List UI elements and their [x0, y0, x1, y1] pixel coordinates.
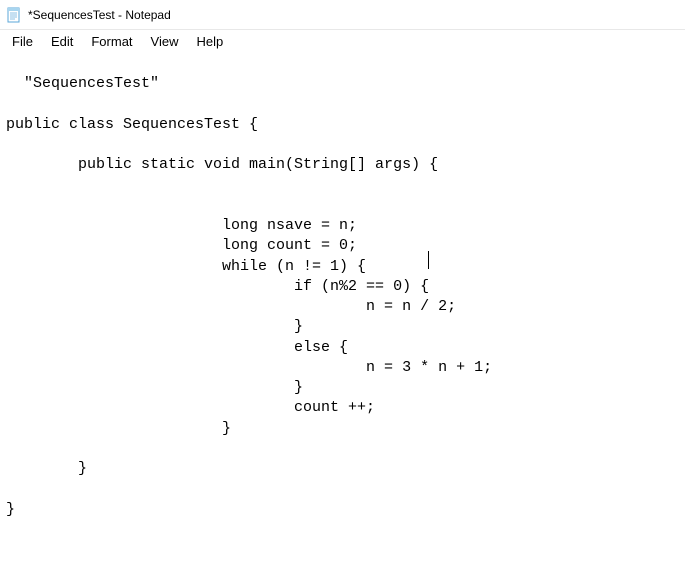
menu-file[interactable]: File	[4, 32, 41, 51]
notepad-icon	[6, 7, 22, 23]
text-cursor	[428, 251, 429, 269]
editor-content: "SequencesTest" public class SequencesTe…	[6, 75, 492, 517]
menu-view[interactable]: View	[143, 32, 187, 51]
menubar: File Edit Format View Help	[0, 30, 685, 52]
window-title: *SequencesTest - Notepad	[28, 8, 171, 22]
text-editor[interactable]: "SequencesTest" public class SequencesTe…	[0, 52, 685, 572]
titlebar: *SequencesTest - Notepad	[0, 0, 685, 30]
menu-edit[interactable]: Edit	[43, 32, 81, 51]
menu-format[interactable]: Format	[83, 32, 140, 51]
menu-help[interactable]: Help	[188, 32, 231, 51]
